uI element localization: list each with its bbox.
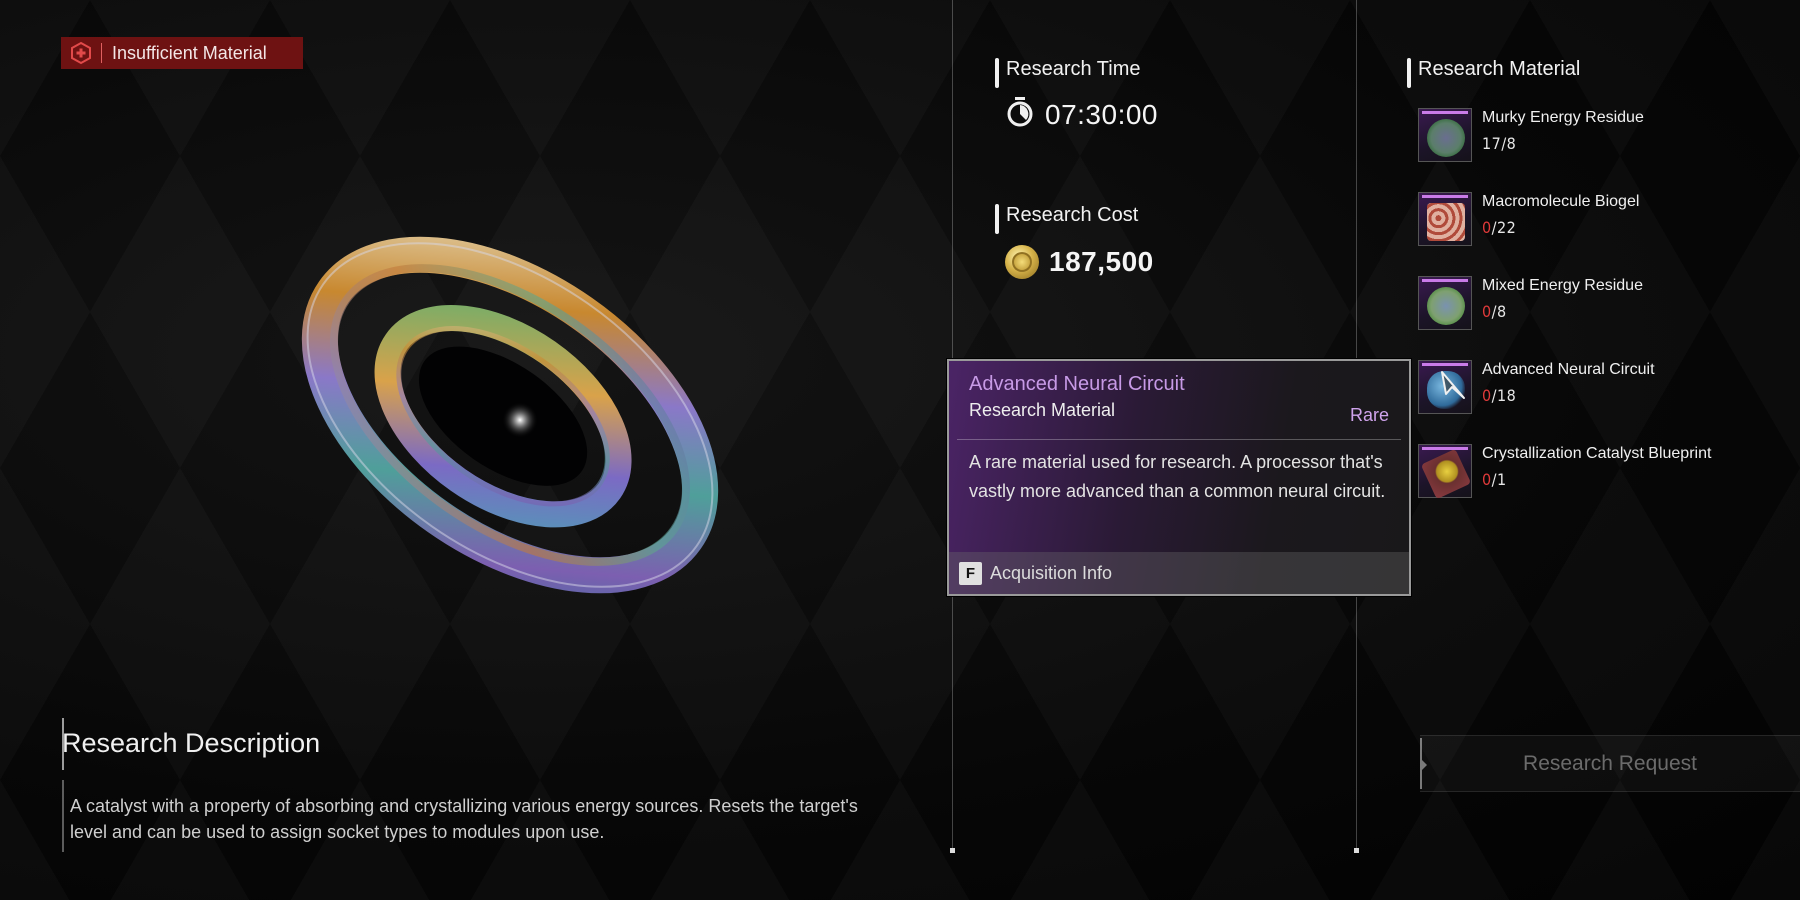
tooltip-rarity: Rare [1349,405,1389,425]
virus-orb-icon [1418,276,1472,330]
research-cost-row: 187,500 [1005,245,1154,279]
stopwatch-icon [1005,96,1035,133]
gold-coin-icon [1005,245,1039,279]
description-accent-line [62,780,64,852]
material-count: 0/8 [1482,302,1507,321]
badge-label: Insufficient Material [112,42,267,63]
blueprint-icon [1418,444,1472,500]
insufficient-material-badge: Insufficient Material [61,37,303,69]
research-time-title: Research Time [995,58,1141,88]
acquisition-info-label: Acquisition Info [990,562,1113,583]
key-f-icon: F [959,561,982,585]
research-material-title: Research Material [1407,58,1581,88]
material-item-mixed-energy-residue[interactable]: Mixed Energy Residue 0/8 [1418,276,1778,360]
research-time-value: 07:30:00 [1045,98,1158,130]
research-description-text: A catalyst with a property of absorbing … [70,796,858,842]
research-cost-value: 187,500 [1049,246,1154,277]
material-count: 0/22 [1482,218,1517,237]
mouse-cursor-icon [1438,368,1468,402]
material-name: Murky Energy Residue [1482,109,1644,126]
material-item-macromolecule-biogel[interactable]: Macromolecule Biogel 0/22 [1418,192,1778,276]
research-description-title: Research Description [62,728,321,758]
material-name: Mixed Energy Residue [1482,277,1643,294]
biogel-block-icon [1418,192,1472,246]
research-request-label: Research Request [1523,751,1697,775]
research-time-label: Research Time [1006,58,1141,80]
virus-orb-icon [1418,108,1472,162]
material-name: Advanced Neural Circuit [1482,361,1655,378]
tooltip-category: Research Material [969,400,1116,420]
badge-divider [101,43,102,63]
plus-hexagon-icon [69,41,93,65]
material-count: 0/18 [1482,386,1517,405]
material-name: Macromolecule Biogel [1482,193,1640,210]
material-count: 17/8 [1482,134,1517,153]
material-item-crystallization-catalyst-blueprint[interactable]: Crystallization Catalyst Blueprint 0/1 [1418,444,1778,528]
research-material-label: Research Material [1418,58,1581,80]
material-item-murky-energy-residue[interactable]: Murky Energy Residue 17/8 [1418,108,1778,192]
research-cost-label: Research Cost [1006,204,1139,226]
material-item-advanced-neural-circuit[interactable]: Advanced Neural Circuit 0/18 [1418,360,1778,444]
tooltip-title: Advanced Neural Circuit [969,373,1185,395]
research-request-button[interactable]: Research Request [1420,735,1800,792]
material-name: Crystallization Catalyst Blueprint [1482,445,1712,462]
item-tooltip: Advanced Neural Circuit Research Materia… [947,359,1411,596]
research-time-row: 07:30:00 [1005,96,1158,133]
tooltip-description: A rare material used for research. A pro… [969,452,1386,501]
material-list: Murky Energy Residue 17/8 Macromolecule … [1418,108,1778,528]
research-cost-title: Research Cost [995,204,1139,234]
material-count: 0/1 [1482,470,1507,489]
catalyst-ring-artwork [270,215,750,615]
acquisition-info-button[interactable]: F Acquisition Info [949,552,1409,594]
